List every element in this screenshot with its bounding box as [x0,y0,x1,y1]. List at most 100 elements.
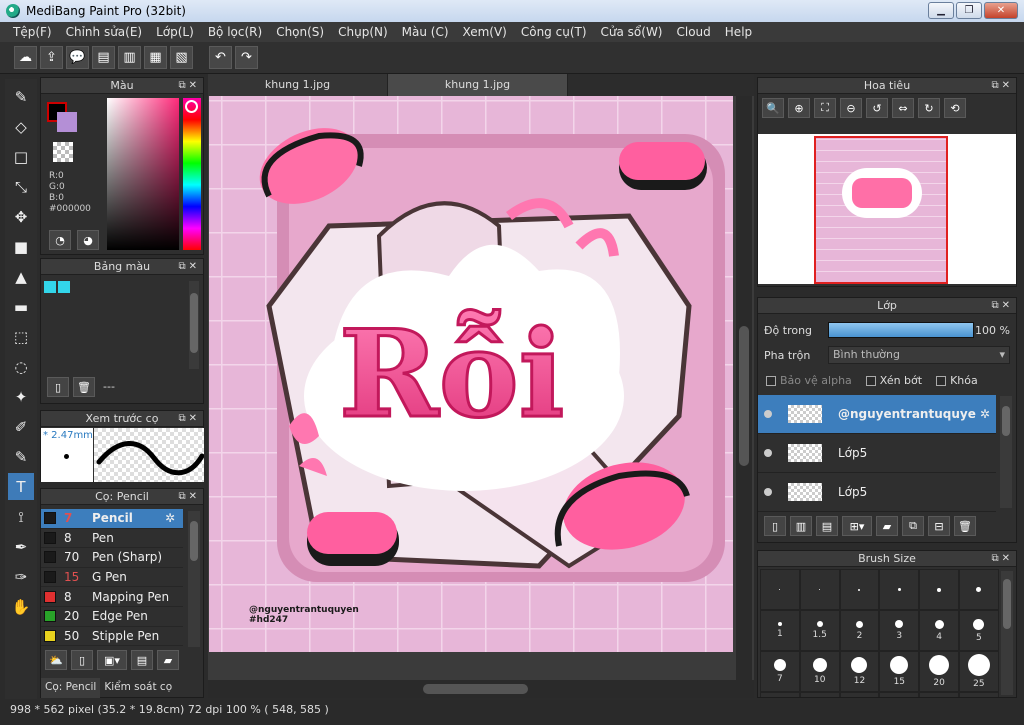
panel-close-icon[interactable]: ⧉✕ [178,411,200,427]
menu-cloud[interactable]: Cloud [670,25,718,39]
grid-icon[interactable]: ▦ [144,46,167,69]
navigator-preview[interactable] [758,134,1016,284]
rotate-right-icon[interactable]: ↻ [918,98,940,118]
eye-icon[interactable] [764,410,772,418]
add-brush-icon[interactable]: ▣▾ [97,650,127,670]
hue-slider[interactable] [183,98,201,250]
brush-size-cell[interactable]: 4 [919,610,959,651]
panel-icon[interactable]: ▧ [170,46,193,69]
brush-item[interactable]: 8 Pen [41,529,183,549]
select-eraser-tool-icon[interactable]: ✎ [8,443,34,470]
new-layer-icon[interactable]: ▯ [764,516,786,536]
restore-button[interactable]: ❐ [956,2,982,19]
clipping-checkbox[interactable]: Xén bớt [865,374,922,387]
brush-size-cell[interactable] [760,569,800,610]
brush-size-cell[interactable]: 2 [839,610,880,651]
reset-view-icon[interactable]: ⟲ [944,98,966,118]
hue-handle[interactable] [185,100,198,113]
brush-scrollbar[interactable] [188,511,200,647]
new-halftone-layer-icon[interactable]: ▥ [790,516,812,536]
brush-size-cell[interactable] [919,692,959,697]
panel-close-icon[interactable]: ⧉✕ [178,259,200,275]
brush-size-cell[interactable] [879,692,920,697]
duplicate-layer-icon[interactable]: ⧉ [902,516,924,536]
redo-icon[interactable]: ↷ [235,46,258,69]
menu-view[interactable]: Xem(V) [456,25,514,39]
gradient-tool-icon[interactable]: ▬ [8,293,34,320]
brush-settings-icon[interactable]: ▤ [131,650,153,670]
brush-item[interactable]: 70 Pen (Sharp) [41,548,183,568]
canvas-artwork[interactable]: Rỗi @nguyentrantuquyen #hd247 [209,96,733,652]
panel-close-icon[interactable]: ⧉✕ [991,551,1013,567]
canvas-vertical-scrollbar[interactable] [736,96,752,680]
panel-close-icon[interactable]: ⧉✕ [178,78,200,94]
select-rect-tool-icon[interactable]: ⬚ [8,323,34,350]
cloud-icon[interactable]: ☁ [14,46,37,69]
brush-size-cell[interactable]: 1 [760,610,800,651]
brush-size-cell[interactable]: 15 [879,651,920,692]
tab-brush[interactable]: Cọ: Pencil [41,678,101,698]
rectangle-tool-icon[interactable]: □ [8,143,34,170]
blend-mode-select[interactable]: Bình thường ▾ [828,346,1010,364]
brush-size-cell[interactable]: 1.5 [799,610,840,651]
palette-scrollbar[interactable] [189,281,199,369]
add-layer-menu-icon[interactable]: ⊞▾ [842,516,872,536]
new-8bit-layer-icon[interactable]: ▤ [816,516,838,536]
palette-swatch[interactable] [44,281,56,293]
fill-shape-tool-icon[interactable]: ■ [8,233,34,260]
note-icon[interactable]: ▤ [92,46,115,69]
brush-size-cell[interactable]: 25 [958,651,999,692]
document-icon[interactable]: ▥ [118,46,141,69]
panel-close-icon[interactable]: ⧉✕ [178,489,200,505]
menu-file[interactable]: Tệp(F) [6,25,59,39]
share-icon[interactable]: ⇪ [40,46,63,69]
brush-size-cell[interactable] [879,569,920,610]
opacity-slider[interactable] [828,322,974,338]
delete-layer-icon[interactable]: 🗑 [954,516,976,536]
background-color[interactable] [57,112,77,132]
merge-layer-icon[interactable]: ⊟ [928,516,950,536]
brush-size-cell[interactable]: 3 [879,610,920,651]
brush-size-cell[interactable]: 12 [839,651,880,692]
menu-layer[interactable]: Lớp(L) [149,25,201,39]
brush-size-cell[interactable]: 7 [760,651,800,692]
brush-item[interactable]: 50 Stipple Pen [41,627,183,647]
saturation-value-square[interactable] [107,98,179,250]
layer-row[interactable]: Lớp5 [758,434,996,473]
brush-size-cell[interactable] [760,692,800,697]
divide-tool-icon[interactable]: ✒ [8,533,34,560]
brush-item[interactable]: 15 G Pen [41,568,183,588]
menu-edit[interactable]: Chỉnh sửa(E) [59,25,150,39]
menu-filter[interactable]: Bộ lọc(R) [201,25,269,39]
eye-icon[interactable] [764,488,772,496]
select-pen-tool-icon[interactable]: ✐ [8,413,34,440]
tab-brush-control[interactable]: Kiểm soát cọ [100,678,176,698]
zoom-in-icon[interactable]: ⊕ [788,98,810,118]
brush-size-cell[interactable] [839,692,880,697]
rotate-left-icon[interactable]: ↺ [866,98,888,118]
document-tab[interactable]: khung 1.jpg [208,74,388,96]
brush-size-cell[interactable]: 20 [919,651,959,692]
minimize-button[interactable]: ▁ [928,2,954,19]
brush-size-cell[interactable]: 5 [958,610,999,651]
brush-tool-icon[interactable]: ✎ [8,83,34,110]
brush-size-cell[interactable] [799,692,840,697]
menu-tools[interactable]: Công cụ(T) [514,25,594,39]
color-wheel-icon[interactable]: ◔ [49,230,71,250]
navigator-viewport[interactable] [814,136,948,284]
undo-icon[interactable]: ↶ [209,46,232,69]
eyedropper-tool-icon[interactable]: ✑ [8,563,34,590]
comment-icon[interactable]: 💬 [66,46,89,69]
brush-size-cell[interactable] [958,569,999,610]
zoom-icon[interactable]: 🔍 [762,98,784,118]
eye-icon[interactable] [764,449,772,457]
brush-size-cell[interactable] [919,569,959,610]
eraser-tool-icon[interactable]: ◇ [8,113,34,140]
menu-snap[interactable]: Chụp(N) [331,25,395,39]
bucket-tool-icon[interactable]: ▲ [8,263,34,290]
menu-select[interactable]: Chọn(S) [269,25,331,39]
brush-size-cell[interactable] [958,692,999,697]
document-tab-active[interactable]: khung 1.jpg [388,74,568,96]
protect-alpha-checkbox[interactable]: Bảo vệ alpha [766,374,852,387]
transform-tool-icon[interactable]: ⤡ [8,173,34,200]
